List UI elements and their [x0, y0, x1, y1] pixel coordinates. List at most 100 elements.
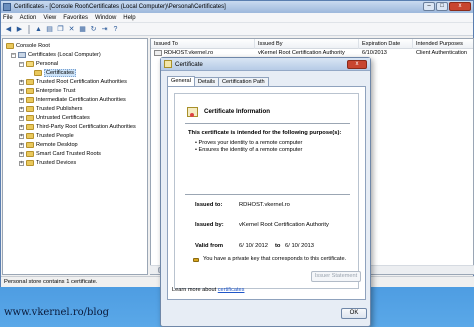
- tree-node-personal[interactable]: − Personal: [19, 60, 58, 68]
- purpose-heading: This certificate is intended for the fol…: [188, 130, 342, 136]
- dialog-title: Certificate: [175, 60, 203, 68]
- forward-icon[interactable]: ▶: [15, 25, 24, 34]
- copy-icon[interactable]: ❐: [56, 25, 65, 34]
- tree-node-console-root[interactable]: Console Root: [6, 42, 50, 50]
- cell-purposes: Client Authentication: [416, 50, 467, 56]
- refresh-icon[interactable]: ↻: [89, 25, 98, 34]
- tree-node-store[interactable]: + Intermediate Certification Authorities: [19, 96, 126, 104]
- expand-icon[interactable]: +: [19, 79, 24, 85]
- menu-help[interactable]: Help: [123, 15, 135, 21]
- tree-node-store[interactable]: + Untrusted Certificates: [19, 114, 90, 122]
- folder-open-icon: [26, 61, 34, 67]
- certificate-ribbon-icon: [187, 107, 198, 117]
- properties-icon[interactable]: ▦: [78, 25, 87, 34]
- folder-icon: [26, 142, 34, 148]
- issued-to-label: Issued to:: [195, 202, 223, 208]
- folder-icon: [26, 151, 34, 157]
- tree-label: Console Root: [16, 43, 50, 49]
- expand-icon[interactable]: +: [19, 88, 24, 94]
- collapse-icon[interactable]: −: [19, 61, 24, 67]
- tree-label: Untrusted Certificates: [36, 115, 90, 121]
- expand-icon[interactable]: +: [19, 133, 24, 139]
- dialog-close-button[interactable]: x: [347, 60, 367, 69]
- cell-expiration: 6/10/2013: [362, 50, 387, 56]
- show-hide-tree-icon[interactable]: ▤: [45, 25, 54, 34]
- certificate-info-title: Certificate Information: [204, 108, 271, 115]
- purpose-item: • Proves your identity to a remote compu…: [195, 140, 303, 146]
- expand-icon[interactable]: +: [19, 142, 24, 148]
- tree-node-store[interactable]: + Third-Party Root Certification Authorit…: [19, 123, 136, 131]
- toolbar: ◀ ▶ ▲ ▤ ❐ ✕ ▦ ↻ ⇥ ?: [1, 23, 473, 36]
- folder-icon: [26, 79, 34, 85]
- column-expiration-date[interactable]: Expiration Date: [359, 39, 413, 49]
- tree-label: Personal: [36, 61, 59, 67]
- close-window-button[interactable]: x: [449, 2, 471, 11]
- certificate-icon: [164, 60, 172, 68]
- list-header: Issued To Issued By Expiration Date Inte…: [151, 39, 473, 49]
- column-intended-purposes[interactable]: Intended Purposes: [413, 39, 473, 49]
- folder-icon: [26, 97, 34, 103]
- tree-node-store[interactable]: + Trusted Root Certification Authorities: [19, 78, 127, 86]
- tree-node-store[interactable]: + Trusted People: [19, 132, 74, 140]
- valid-to-label: to: [275, 243, 281, 249]
- maximize-button[interactable]: □: [436, 2, 448, 11]
- certificate-icon: [154, 49, 162, 56]
- tree-label: Remote Desktop: [36, 142, 78, 148]
- certificate-info-box: Certificate Information This certificate…: [174, 93, 359, 289]
- watermark: www.vkernel.ro/blog: [4, 307, 110, 318]
- expand-icon[interactable]: +: [19, 115, 24, 121]
- purpose-item: • Ensures the identity of a remote compu…: [195, 147, 303, 153]
- up-folder-icon[interactable]: ▲: [34, 25, 43, 34]
- certificates-link[interactable]: certificates: [218, 287, 245, 293]
- tree-node-store[interactable]: + Trusted Publishers: [19, 105, 82, 113]
- tree-node-store[interactable]: + Enterprise Trust: [19, 87, 75, 95]
- issuer-statement-button: Issuer Statement: [311, 271, 361, 282]
- menu-favorites[interactable]: Favorites: [63, 15, 88, 21]
- title-bar: Certificates - [Console Root\Certificate…: [1, 1, 473, 13]
- divider: [185, 194, 350, 195]
- ok-button[interactable]: OK: [341, 308, 367, 319]
- console-tree: Console Root − Certificates (Local Compu…: [2, 38, 148, 275]
- dialog-title-bar: Certificate x: [161, 58, 370, 71]
- tree-label: Intermediate Certification Authorities: [36, 97, 126, 103]
- tree-label: Certificates (Local Computer): [28, 52, 101, 58]
- tree-node-store[interactable]: + Trusted Devices: [19, 159, 76, 167]
- column-issued-to[interactable]: Issued To: [151, 39, 255, 49]
- general-tab-panel: Certificate Information This certificate…: [167, 86, 366, 300]
- column-issued-by[interactable]: Issued By: [255, 39, 359, 49]
- menu-window[interactable]: Window: [95, 15, 116, 21]
- export-icon[interactable]: ⇥: [100, 25, 109, 34]
- tree-node-store[interactable]: + Remote Desktop: [19, 141, 78, 149]
- menu-view[interactable]: View: [43, 15, 56, 21]
- issued-to-value: RDHOST.vkernel.ro: [239, 202, 290, 208]
- minimize-button[interactable]: –: [423, 2, 435, 11]
- window-controls: – □ x: [423, 2, 471, 11]
- tree-node-certificates-local-computer[interactable]: − Certificates (Local Computer): [11, 51, 101, 59]
- expand-icon[interactable]: +: [19, 160, 24, 166]
- tree-label: Trusted Publishers: [36, 106, 83, 112]
- delete-icon[interactable]: ✕: [67, 25, 76, 34]
- tree-node-store[interactable]: + Smart Card Trusted Roots: [19, 150, 101, 158]
- folder-icon: [26, 106, 34, 112]
- menu-action[interactable]: Action: [20, 15, 37, 21]
- expand-icon[interactable]: +: [19, 106, 24, 112]
- certificates-snapin-icon: [18, 52, 26, 58]
- menu-file[interactable]: File: [3, 15, 13, 21]
- tree-label-selected: Certificates: [44, 69, 76, 77]
- valid-from-label: Valid from: [195, 243, 224, 249]
- mmc-app-icon: [3, 3, 11, 11]
- private-key-note: You have a private key that corresponds …: [203, 256, 347, 262]
- back-icon[interactable]: ◀: [4, 25, 13, 34]
- folder-icon: [34, 70, 42, 76]
- expand-icon[interactable]: +: [19, 97, 24, 103]
- help-icon[interactable]: ?: [111, 25, 120, 34]
- folder-icon: [26, 160, 34, 166]
- window-title: Certificates - [Console Root\Certificate…: [14, 4, 226, 10]
- collapse-icon[interactable]: −: [11, 52, 16, 58]
- valid-from-value: 6/ 10/ 2012: [239, 243, 269, 249]
- certificate-dialog: Certificate x General Details Certificat…: [160, 57, 371, 327]
- issued-by-label: Issued by:: [195, 222, 224, 228]
- tree-node-personal-certificates[interactable]: Certificates: [34, 69, 76, 77]
- expand-icon[interactable]: +: [19, 124, 24, 130]
- expand-icon[interactable]: +: [19, 151, 24, 157]
